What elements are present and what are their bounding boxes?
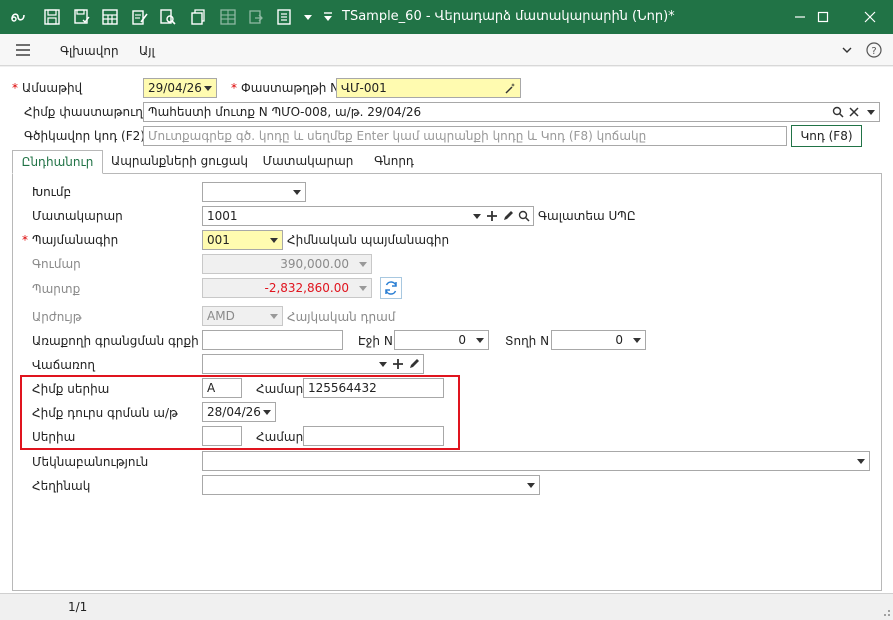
edit-pencil-icon[interactable] (501, 209, 515, 223)
list-document-icon[interactable] (274, 7, 294, 27)
app-logo-icon (8, 7, 28, 27)
series-label: Սերիա (32, 430, 76, 444)
seller-dropdown-icon[interactable] (379, 362, 387, 367)
group-select[interactable] (202, 182, 306, 202)
basedoc-dropdown-icon[interactable] (867, 110, 875, 115)
author-select[interactable] (202, 475, 540, 495)
supplier-dropdown-icon[interactable] (473, 214, 481, 219)
base-date-label: Հիմք դուրս գրման ա/թ (32, 406, 178, 420)
ledger-input[interactable] (202, 330, 343, 350)
docnum-label: * Փաստաթղթի N (231, 81, 340, 95)
seller-field[interactable] (202, 354, 424, 374)
basedoc-label: Հիմք փաստաթուղթ (24, 105, 152, 119)
magic-wand-icon[interactable] (503, 81, 517, 95)
tab-product-list[interactable]: Ապրանքների ցուցակ (107, 150, 252, 174)
preview-document-icon[interactable] (158, 7, 178, 27)
amount-field: 390,000.00 (202, 254, 372, 274)
clear-icon[interactable] (847, 105, 861, 119)
debt-field: -2,832,860.00 (202, 278, 372, 298)
add-icon[interactable] (485, 209, 499, 223)
line-stepper[interactable]: 0 (551, 330, 646, 350)
page-stepper[interactable]: 0 (394, 330, 489, 350)
seller-add-icon[interactable] (391, 357, 405, 371)
date-field[interactable]: 29/04/26 (143, 78, 217, 98)
author-label: Հեղինակ (32, 479, 91, 493)
group-label: Խումբ (32, 185, 72, 199)
contract-name: Հիմնական պայմանագիր (287, 233, 450, 247)
menu-bar: Գլխավոր Այլ ? (0, 34, 893, 66)
title-bar: TSample_60 - Վերադարձ մատակարարին (Նոր)* (0, 0, 893, 34)
menu-other[interactable]: Այլ (139, 44, 155, 58)
refresh-icon (385, 281, 397, 295)
tab-buyer[interactable]: Գնորդ (366, 150, 422, 174)
svg-text:?: ? (871, 46, 876, 57)
transfer-icon-disabled (246, 7, 266, 27)
help-icon[interactable]: ? (866, 42, 882, 58)
basedoc-field[interactable]: Պահեստի մուտք N ՊՄՕ-008, ա/թ. 29/04/26 (143, 102, 880, 122)
status-bar: 1/1 (0, 593, 893, 618)
contract-select[interactable]: 001 (202, 230, 283, 250)
code-f8-button[interactable]: Կոդ (F8) (791, 125, 862, 147)
line-label: Տողի N (505, 334, 550, 348)
currency-select: AMD (202, 306, 283, 326)
currency-label: Արժույթ (32, 310, 82, 324)
date-label: * Ամսաթիվ (12, 81, 83, 95)
save-grid-icon[interactable] (100, 7, 120, 27)
close-icon[interactable] (847, 0, 893, 34)
base-series-input[interactable]: A (202, 378, 242, 398)
refresh-debt-button[interactable] (380, 277, 402, 299)
copy-document-icon[interactable] (188, 7, 208, 27)
form-content: * Ամսաթիվ 29/04/26 * Փաստաթղթի N ՎՄ-001 Հի… (0, 67, 893, 593)
seller-label: Վաճառող (32, 358, 95, 372)
seller-edit-pencil-icon[interactable] (407, 357, 421, 371)
resize-grip-icon[interactable] (881, 606, 891, 616)
series-input[interactable] (202, 426, 242, 446)
quick-access-dropdown-icon[interactable] (318, 7, 338, 27)
collapse-ribbon-chevron-icon[interactable] (840, 43, 854, 57)
page-label: Էջի N (358, 334, 393, 348)
barcode-input[interactable]: Մուտքագրեք գծ. կոդը և սեղմեք Enter կամ ա… (143, 126, 787, 146)
search-icon[interactable] (831, 105, 845, 119)
debt-label: Պարտք (32, 282, 81, 296)
currency-name: Հայկական դրամ (287, 310, 396, 324)
edit-document-icon[interactable] (130, 7, 150, 27)
comment-label: Մեկնաբանություն (32, 455, 149, 469)
amount-label: Գումար (32, 257, 81, 271)
page-indicator: 1/1 (68, 600, 88, 614)
more-actions-chevron-icon[interactable] (298, 7, 318, 27)
number-label: Համար (256, 430, 304, 444)
save-and-close-icon[interactable] (72, 7, 92, 27)
window-title: TSample_60 - Վերադարձ մատակարարին (Նոր)* (342, 9, 675, 24)
hamburger-menu-icon[interactable] (14, 43, 32, 57)
base-date-field[interactable]: 28/04/26 (202, 402, 276, 422)
base-series-label: Հիմք սերիա (32, 382, 110, 396)
supplier-search-icon[interactable] (517, 209, 531, 223)
tab-supplier[interactable]: Մատակարար (260, 150, 356, 174)
barcode-label: Գծիկավոր կոդ (F2) (24, 129, 145, 143)
supplier-field[interactable]: 1001 (202, 206, 534, 226)
maximize-icon[interactable] (800, 0, 846, 34)
base-number-input[interactable]: 125564432 (303, 378, 444, 398)
ledger-label: Առաքողի գրանցման գրքի N (32, 334, 212, 348)
table-icon-disabled (218, 7, 238, 27)
menu-main[interactable]: Գլխավոր (60, 44, 119, 58)
base-number-label: Համար (256, 382, 304, 396)
number-input[interactable] (303, 426, 444, 446)
supplier-name: Գալատեա ՍՊԸ (538, 209, 636, 223)
docnum-field[interactable]: ՎՄ-001 (336, 78, 521, 98)
save-icon[interactable] (42, 7, 62, 27)
supplier-label: Մատակարար (32, 209, 123, 223)
comment-field[interactable] (202, 451, 870, 471)
tab-general[interactable]: Ընդհանուր (12, 150, 103, 174)
contract-label: * Պայմանագիր (22, 233, 119, 247)
